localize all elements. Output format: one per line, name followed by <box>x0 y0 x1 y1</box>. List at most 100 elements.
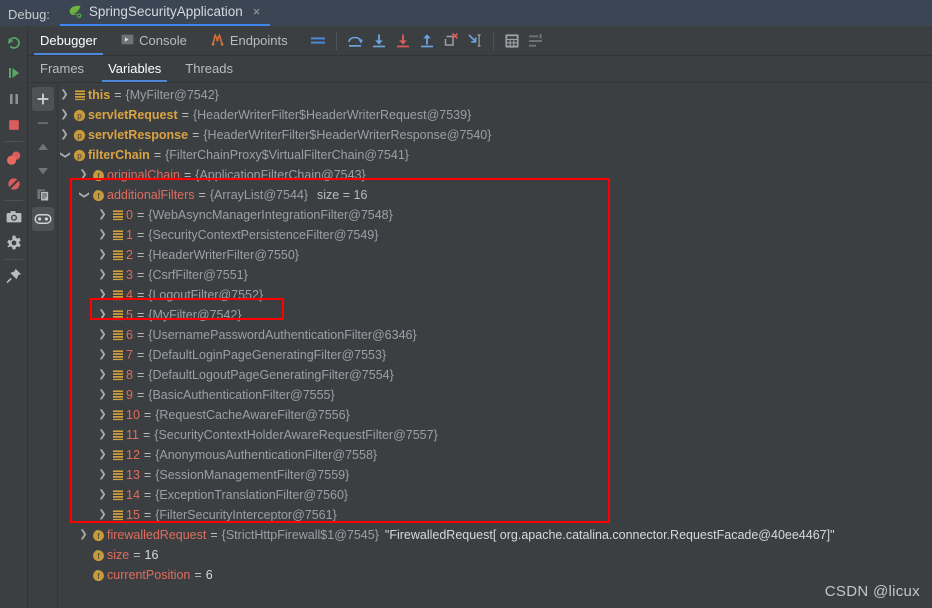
tree-row[interactable]: ❯ 11 = {SecurityContextHolderAwareRequestFi… <box>58 425 932 445</box>
toolbar-divider <box>4 259 23 260</box>
rerun-icon[interactable] <box>2 30 26 56</box>
variable-value: {HeaderWriterFilter$HeaderWriterRequest@… <box>192 108 472 122</box>
equals-sign: = <box>136 368 145 382</box>
close-icon[interactable]: × <box>249 4 261 19</box>
chevron-right-icon[interactable]: ❯ <box>77 530 90 540</box>
variable-value: {HeaderWriterFilter$HeaderWriterResponse… <box>203 128 492 142</box>
tree-row[interactable]: ❯ 1 = {SecurityContextPersistenceFilter@754… <box>58 225 932 245</box>
chevron-right-icon[interactable]: ❯ <box>58 90 71 100</box>
tree-row[interactable]: ❯ 5 = {MyFilter@7542} <box>58 305 932 325</box>
array-icon <box>109 449 126 461</box>
stop-icon[interactable] <box>2 112 26 138</box>
evaluate-expression-icon[interactable] <box>500 29 524 53</box>
chevron-right-icon[interactable]: ❯ <box>96 450 109 460</box>
force-step-into-icon[interactable] <box>391 29 415 53</box>
chevron-right-icon[interactable]: ❯ <box>96 370 109 380</box>
tree-row[interactable]: ❯ 2 = {HeaderWriterFilter@7550} <box>58 245 932 265</box>
copy-value-icon[interactable] <box>32 183 54 207</box>
variable-name: 1 <box>126 228 133 242</box>
chevron-right-icon[interactable]: ❯ <box>96 410 109 420</box>
tree-row[interactable]: ❯ 4 = {LogoutFilter@7552} <box>58 285 932 305</box>
tree-row[interactable]: ❯ 10 = {RequestCacheAwareFilter@7556} <box>58 405 932 425</box>
tree-row[interactable]: ❯ this = {MyFilter@7542} <box>58 85 932 105</box>
tree-row[interactable]: ❯ 13 = {SessionManagementFilter@7559} <box>58 465 932 485</box>
drop-frame-icon[interactable] <box>439 29 463 53</box>
tree-row[interactable]: ❯ 0 = {WebAsyncManagerIntegrationFilter@754… <box>58 205 932 225</box>
field-icon: f <box>90 549 107 562</box>
variable-name: additionalFilters <box>107 188 195 202</box>
tree-row[interactable]: ❯ f additionalFilters = {ArrayList@7544} size… <box>58 185 932 205</box>
inspect-watches-icon[interactable] <box>31 207 54 231</box>
tree-row[interactable]: ❯ f firewalledRequest = {StrictHttpFirewall$… <box>58 525 932 545</box>
tree-row[interactable]: ❯ 8 = {DefaultLogoutPageGeneratingFilter@75… <box>58 365 932 385</box>
step-out-icon[interactable] <box>415 29 439 53</box>
move-watch-up-icon <box>32 135 54 159</box>
tab-endpoints[interactable]: Endpoints <box>199 26 300 55</box>
chevron-right-icon[interactable]: ❯ <box>96 350 109 360</box>
tree-row[interactable]: ❯ 9 = {BasicAuthenticationFilter@7555} <box>58 385 932 405</box>
chevron-right-icon[interactable]: ❯ <box>96 330 109 340</box>
run-to-cursor-icon[interactable] <box>463 29 487 53</box>
chevron-right-icon[interactable]: ❯ <box>96 270 109 280</box>
tree-row[interactable]: ❯ 3 = {CsrfFilter@7551} <box>58 265 932 285</box>
tree-row[interactable]: ❯ 6 = {UsernamePasswordAuthenticationFilter… <box>58 325 932 345</box>
chevron-right-icon[interactable]: ❯ <box>58 130 71 140</box>
svg-text:p: p <box>77 151 82 160</box>
tree-row[interactable]: ❯ f originalChain = {ApplicationFilterChain@… <box>58 165 932 185</box>
tab-console[interactable]: Console <box>109 26 199 55</box>
chevron-right-icon[interactable]: ❯ <box>58 110 71 120</box>
subtab-frames[interactable]: Frames <box>28 56 96 82</box>
chevron-right-icon[interactable]: ❯ <box>96 210 109 220</box>
chevron-right-icon[interactable]: ❯ <box>96 470 109 480</box>
chevron-right-icon[interactable]: ❯ <box>96 490 109 500</box>
variable-name: 4 <box>126 288 133 302</box>
tree-row[interactable]: f size = 16 <box>58 545 932 565</box>
variable-name: 13 <box>126 468 140 482</box>
settings-gear-icon[interactable] <box>2 230 26 256</box>
field-icon: f <box>90 529 107 542</box>
variable-name: servletRequest <box>88 108 178 122</box>
resume-program-icon[interactable] <box>2 60 26 86</box>
layout-settings-icon[interactable] <box>524 29 548 53</box>
tree-row[interactable]: ❯ p servletResponse = {HeaderWriterFilter$He… <box>58 125 932 145</box>
chevron-right-icon[interactable]: ❯ <box>96 290 109 300</box>
chevron-right-icon[interactable]: ❯ <box>77 170 90 180</box>
tree-row[interactable]: ❯ 12 = {AnonymousAuthenticationFilter@7558} <box>58 445 932 465</box>
toolbar-divider <box>4 141 23 142</box>
chevron-right-icon[interactable]: ❯ <box>96 430 109 440</box>
tree-row[interactable]: ❯ 7 = {DefaultLoginPageGeneratingFilter@755… <box>58 345 932 365</box>
variable-name: currentPosition <box>107 568 191 582</box>
tree-row[interactable]: ❯ p servletRequest = {HeaderWriterFilter$Hea… <box>58 105 932 125</box>
chevron-down-icon[interactable]: ❯ <box>79 189 90 202</box>
equals-sign: = <box>114 88 122 102</box>
tree-row[interactable]: f currentPosition = 6 <box>58 565 932 585</box>
chevron-right-icon[interactable]: ❯ <box>96 390 109 400</box>
tree-row[interactable]: ❯ 14 = {ExceptionTranslationFilter@7560} <box>58 485 932 505</box>
subtab-variables[interactable]: Variables <box>96 56 173 82</box>
this-icon <box>71 89 88 101</box>
equals-sign: = <box>198 188 206 202</box>
show-execution-point-icon[interactable] <box>306 29 330 53</box>
tree-row[interactable]: ❯ p filterChain = {FilterChainProxy$VirtualF… <box>58 145 932 165</box>
variables-tree[interactable]: ❯ this = {MyFilter@7542} ❯ p servletRequest = {H… <box>58 83 932 608</box>
subtab-threads[interactable]: Threads <box>173 56 245 82</box>
equals-sign: = <box>192 128 200 142</box>
chevron-right-icon[interactable]: ❯ <box>96 310 109 320</box>
chevron-right-icon[interactable]: ❯ <box>96 230 109 240</box>
chevron-down-icon[interactable]: ❯ <box>60 149 71 162</box>
variable-name: 5 <box>126 308 133 322</box>
array-icon <box>109 409 126 421</box>
chevron-right-icon[interactable]: ❯ <box>96 510 109 520</box>
snapshot-icon[interactable] <box>2 204 26 230</box>
pin-tab-icon[interactable] <box>2 263 26 289</box>
mute-breakpoints-icon[interactable] <box>2 145 26 171</box>
view-breakpoints-icon[interactable] <box>2 171 26 197</box>
step-over-icon[interactable] <box>343 29 367 53</box>
tree-row[interactable]: ❯ 15 = {FilterSecurityInterceptor@7561} <box>58 505 932 525</box>
run-configuration-tab[interactable]: SpringSecurityApplication × <box>59 2 271 26</box>
tab-debugger[interactable]: Debugger <box>28 26 109 55</box>
variable-value: {RequestCacheAwareFilter@7556} <box>155 408 350 422</box>
add-watch-icon[interactable] <box>31 87 54 111</box>
step-into-icon[interactable] <box>367 29 391 53</box>
chevron-right-icon[interactable]: ❯ <box>96 250 109 260</box>
